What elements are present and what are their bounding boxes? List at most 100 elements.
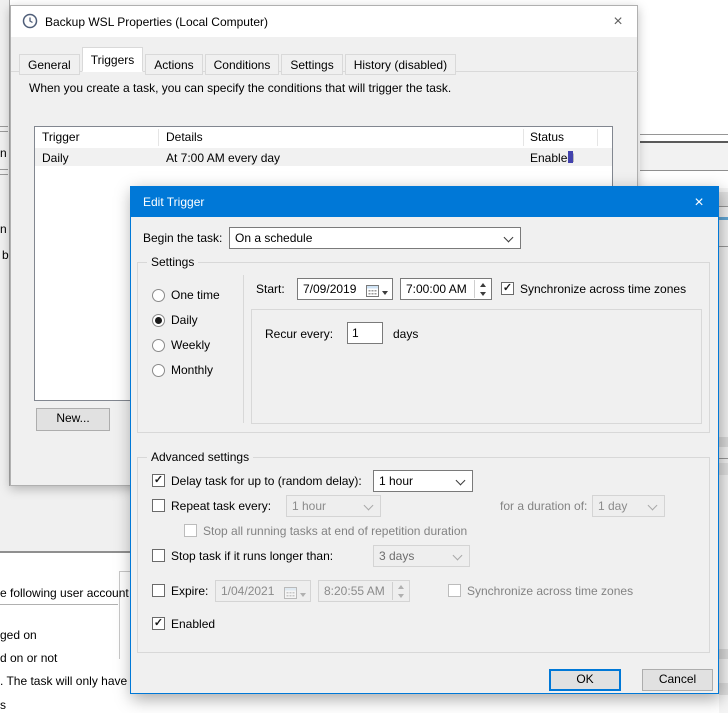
bg-right-line [640,134,728,135]
advanced-settings-group-label: Advanced settings [147,450,253,464]
bg-right-strip-band [719,192,728,207]
stop-task-duration-select: 3 days [373,545,470,567]
calendar-icon [284,585,297,602]
bg-bottom-line [0,551,130,553]
selection-artifact [568,151,573,163]
bg-left-line [0,126,8,127]
delay-duration-select[interactable]: 1 hour [373,470,473,492]
chevron-down-icon [648,501,658,511]
bg-tree-text-fragment: b [2,248,9,262]
begin-task-label: Begin the task: [143,231,222,245]
chevron-down-icon [504,233,514,243]
bg-bottom-band [0,486,130,551]
radio-monthly-label[interactable]: Monthly [171,363,213,377]
radio-daily[interactable] [152,314,165,327]
duration-label: for a duration of: [500,499,587,513]
daily-panel: Recur every: 1 days [251,309,702,424]
bg-preview-divider [0,604,118,605]
trigger-row[interactable]: Daily At 7:00 AM every day Enabled [35,148,612,166]
bg-left-line [0,174,8,175]
radio-one-time[interactable] [152,289,165,302]
settings-divider [243,275,244,423]
tab-settings[interactable]: Settings [281,54,342,75]
bg-preview-text: . The task will only have [0,674,127,688]
column-header-status[interactable]: Status [530,130,564,144]
bg-left-pane [0,0,10,551]
close-icon[interactable]: × [688,192,710,214]
tab-history[interactable]: History (disabled) [345,54,456,75]
start-time-value: 7:00:00 AM [406,282,467,296]
new-trigger-button[interactable]: New... [36,408,110,431]
delay-duration-value: 1 hour [379,474,413,488]
bg-right-strip [719,188,728,713]
recur-every-label: Recur every: [265,327,333,341]
triggers-description: When you create a task, you can specify … [29,81,451,95]
bg-right-strip-band [719,683,728,695]
column-separator [523,129,524,146]
edit-trigger-titlebar[interactable]: Edit Trigger × [131,187,718,217]
radio-weekly[interactable] [152,339,165,352]
enabled-checkbox[interactable] [152,617,165,630]
dropdown-arrow-icon [382,291,388,295]
begin-task-select[interactable]: On a schedule [229,227,521,249]
calendar-icon [366,283,379,300]
column-separator [158,129,159,146]
duration-value: 1 day [598,499,627,513]
chevron-down-icon [453,551,463,561]
stop-task-label[interactable]: Stop task if it runs longer than: [171,549,333,563]
expire-checkbox[interactable] [152,584,165,597]
recur-every-input[interactable]: 1 [347,322,383,344]
repeat-task-checkbox[interactable] [152,499,165,512]
expire-sync-label: Synchronize across time zones [467,584,633,598]
tab-actions[interactable]: Actions [145,54,202,75]
repeat-task-label[interactable]: Repeat task every: [171,499,271,513]
tab-triggers[interactable]: Triggers [82,47,144,72]
stop-task-duration-value: 3 days [379,549,414,563]
window-title: Backup WSL Properties (Local Computer) [45,15,268,29]
delay-task-label[interactable]: Delay task for up to (random delay): [171,474,362,488]
tab-conditions[interactable]: Conditions [205,54,280,75]
bg-right-strip-band [719,437,728,447]
settings-group-label: Settings [147,255,198,269]
properties-titlebar[interactable]: Backup WSL Properties (Local Computer) × [11,6,637,37]
radio-weekly-label[interactable]: Weekly [171,338,210,352]
start-date-picker[interactable]: 7/09/2019 [297,278,393,300]
ok-button[interactable]: OK [549,669,621,691]
bg-preview-text: ged on [0,628,37,642]
cancel-button[interactable]: Cancel [642,669,713,691]
expire-label[interactable]: Expire: [171,584,208,598]
expire-time-spinner: 8:20:55 AM [318,580,410,602]
trigger-cell: Daily [42,151,69,165]
bg-tree-text-fragment: n [0,146,7,160]
radio-daily-label[interactable]: Daily [171,313,198,327]
radio-one-time-label[interactable]: One time [171,288,220,302]
tab-general[interactable]: General [19,54,80,75]
close-icon[interactable]: × [607,11,629,33]
column-header-details[interactable]: Details [166,130,203,144]
stop-all-tasks-label: Stop all running tasks at end of repetit… [203,524,467,538]
bg-right-strip-line [719,246,728,247]
edit-trigger-dialog: Edit Trigger × Begin the task: On a sche… [130,186,719,694]
expire-date-value: 1/04/2021 [221,584,274,598]
repeat-interval-select: 1 hour [286,495,381,517]
bg-left-line [0,131,8,132]
tab-strip: General Triggers Actions Conditions Sett… [19,47,458,72]
bg-right-band [640,143,728,170]
expire-date-picker: 1/04/2021 [215,580,311,602]
repeat-interval-value: 1 hour [292,499,326,513]
spinner-arrows-icon[interactable] [474,280,490,298]
delay-task-checkbox[interactable] [152,474,165,487]
column-header-trigger[interactable]: Trigger [42,130,80,144]
advanced-settings-group: Advanced settings Delay task for up to (… [137,457,710,653]
enabled-label[interactable]: Enabled [171,617,215,631]
bg-preview-text: s [0,698,6,712]
start-label: Start: [256,282,285,296]
radio-monthly[interactable] [152,364,165,377]
start-time-spinner[interactable]: 7:00:00 AM [400,278,492,300]
stop-task-checkbox[interactable] [152,549,165,562]
bg-right-strip-band [719,649,728,659]
sync-timezones-checkbox[interactable] [501,282,514,295]
triggers-table-header[interactable]: Trigger Details Status [35,127,612,149]
sync-timezones-label[interactable]: Synchronize across time zones [520,282,686,296]
bg-tree-text-fragment: n [0,222,7,236]
